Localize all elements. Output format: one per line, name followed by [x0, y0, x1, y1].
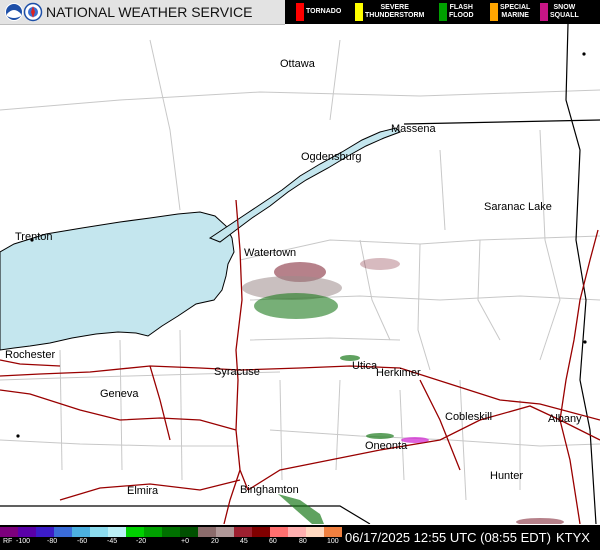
- scale-tick: -20: [136, 538, 147, 545]
- color-scale-step: [72, 527, 90, 537]
- place-label: Albany: [548, 413, 582, 425]
- scale-label: RF: [3, 538, 13, 545]
- scale-tick: 60: [269, 538, 277, 545]
- bottom-bar: RF -100 -80 -60 -45 -20 +0 20 45 60 80 1…: [0, 525, 600, 550]
- color-scale-step: [36, 527, 54, 537]
- scale-tick: -80: [47, 538, 58, 545]
- timestamp: 06/17/2025 12:55 UTC (08:55 EDT): [345, 530, 551, 545]
- place-label: Ogdensburg: [301, 151, 362, 163]
- header-bar: NATIONAL WEATHER SERVICE TORNADO SEVERE T…: [0, 0, 600, 25]
- place-label: Ottawa: [280, 58, 315, 70]
- color-scale-step: [162, 527, 180, 537]
- radar-station-id: KTYX: [556, 530, 590, 545]
- scale-tick: -100: [16, 538, 31, 545]
- tornado-swatch: [296, 3, 304, 21]
- color-scale-step: [126, 527, 144, 537]
- color-scale-step: [18, 527, 36, 537]
- place-label: Herkimer: [376, 367, 421, 379]
- severe-thunderstorm-swatch: [355, 3, 363, 21]
- place-label: Elmira: [127, 485, 159, 497]
- place-label: Binghamton: [240, 484, 299, 496]
- color-scale-step: [198, 527, 216, 537]
- color-scale-step: [144, 527, 162, 537]
- place-label: Hunter: [490, 470, 524, 482]
- color-scale-step: [306, 527, 324, 537]
- color-scale-step: [324, 527, 342, 537]
- snow-squall-swatch: [540, 3, 548, 21]
- flash-flood-swatch: [439, 3, 447, 21]
- legend-snow-squall-label: SNOW SQUALL: [550, 4, 579, 19]
- color-scale-step: [252, 527, 270, 537]
- place-label: Oneonta: [365, 440, 408, 452]
- color-scale-step: [288, 527, 306, 537]
- color-scale-step: [108, 527, 126, 537]
- legend-severe-thunderstorm-label: SEVERE THUNDERSTORM: [365, 4, 425, 19]
- color-scale-step: [0, 527, 18, 537]
- noaa-nws-logo-icon: [5, 2, 43, 22]
- reflectivity-scale: RF -100 -80 -60 -45 -20 +0 20 45 60 80 1…: [0, 525, 342, 550]
- scale-tick: 100: [327, 538, 339, 545]
- color-scale-step: [180, 527, 198, 537]
- color-scale-step: [90, 527, 108, 537]
- place-label: Geneva: [100, 388, 139, 400]
- color-scale-step: [216, 527, 234, 537]
- warning-legend: TORNADO SEVERE THUNDERSTORM FLASH FLOOD SP…: [285, 0, 600, 24]
- radar-map[interactable]: Ottawa Massena Ogdensburg Saranac Lake T…: [0, 24, 600, 524]
- color-scale-step: [234, 527, 252, 537]
- nws-title-bar: NATIONAL WEATHER SERVICE: [0, 0, 285, 25]
- scale-tick: 80: [299, 538, 307, 545]
- place-label: Utica: [352, 360, 378, 372]
- map-canvas: [0, 24, 600, 524]
- scale-tick: -45: [107, 538, 118, 545]
- scale-tick: 45: [240, 538, 248, 545]
- place-label: Massena: [391, 123, 436, 135]
- scale-tick: -60: [77, 538, 88, 545]
- place-label: Saranac Lake: [484, 201, 552, 213]
- place-label: Rochester: [5, 349, 56, 361]
- place-label: Watertown: [244, 247, 297, 259]
- legend-tornado-label: TORNADO: [306, 8, 342, 15]
- agency-title: NATIONAL WEATHER SERVICE: [46, 4, 253, 20]
- place-label: Trenton: [15, 231, 53, 243]
- scale-tick: +0: [181, 538, 189, 545]
- color-scale-bar: [0, 527, 342, 537]
- place-label: Cobleskill: [445, 411, 493, 423]
- color-scale-step: [54, 527, 72, 537]
- scale-tick: 20: [211, 538, 219, 545]
- legend-flash-flood-label: FLASH FLOOD: [449, 4, 474, 19]
- legend-special-marine-label: SPECIAL MARINE: [500, 4, 531, 19]
- special-marine-swatch: [490, 3, 498, 21]
- place-label: Syracuse: [214, 366, 260, 378]
- color-scale-step: [270, 527, 288, 537]
